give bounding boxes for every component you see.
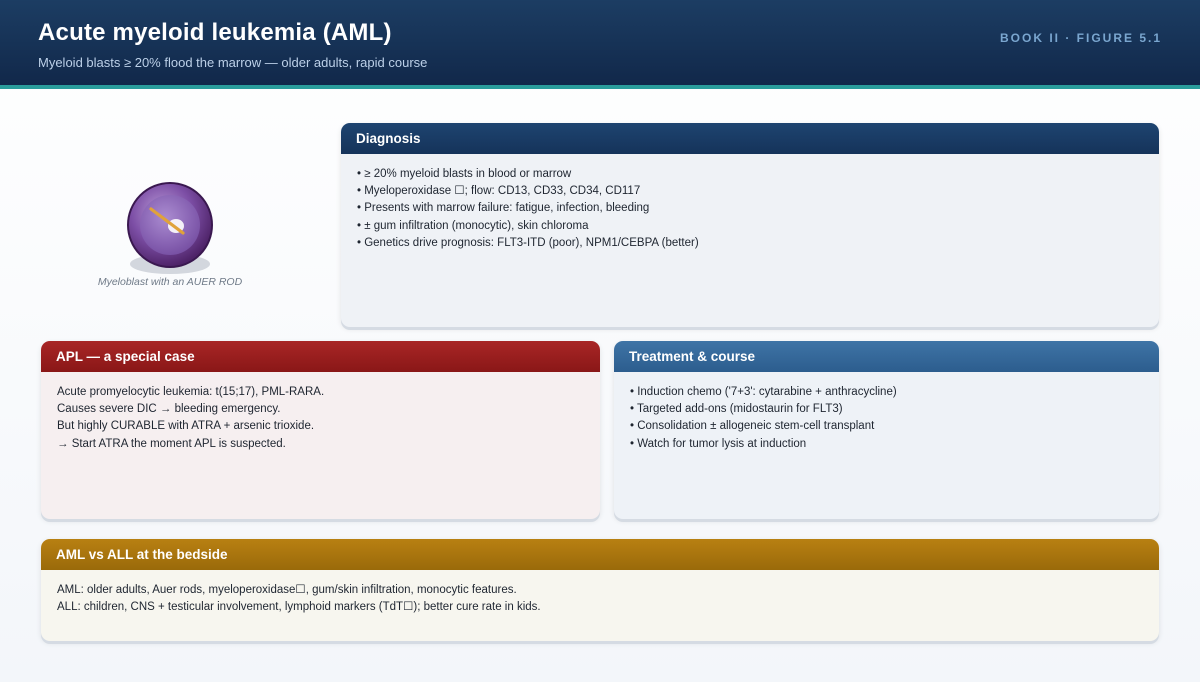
myeloblast-cell-icon (127, 182, 213, 274)
page-subtitle: Myeloid blasts ≥ 20% flood the marrow — … (38, 55, 428, 70)
comparison-line: ALL: children, CNS + testicular involvem… (57, 601, 541, 614)
figure-tag: BOOK II · FIGURE 5.1 (999, 31, 1162, 45)
aml-vs-all-card: AML vs ALL at the bedside AML: older adu… (41, 539, 1159, 641)
diagnosis-list: • ≥ 20% myeloid blasts in blood or marro… (341, 154, 1159, 264)
diagnosis-card-title: Diagnosis (341, 123, 1159, 154)
apl-card-title: APL — a special case (41, 341, 600, 372)
list-item: • Induction chemo ('7+3': cytarabine + a… (630, 386, 897, 398)
page-title: Acute myeloid leukemia (AML) (38, 19, 392, 46)
list-item: • Consolidation ± allogeneic stem-cell t… (630, 420, 875, 433)
list-item: • ≥ 20% myeloid blasts in blood or marro… (357, 168, 572, 180)
diagnosis-card: Diagnosis • ≥ 20% myeloid blasts in bloo… (341, 123, 1159, 327)
apl-line: Causes severe DIC → bleeding emergency. (57, 403, 281, 416)
treatment-card-title: Treatment & course (614, 341, 1159, 372)
comparison-line: AML: older adults, Auer rods, myeloperox… (57, 584, 517, 596)
myeloblast-illustration: Myeloblast with an AUER ROD (90, 178, 250, 288)
illustration-caption: Myeloblast with an AUER ROD (97, 276, 243, 288)
apl-card: APL — a special case Acute promyelocytic… (41, 341, 600, 519)
list-item: • Myeloperoxidase ☐; flow: CD13, CD33, C… (357, 185, 641, 198)
apl-text: Acute promyelocytic leukemia: t(15;17), … (41, 372, 600, 465)
treatment-card: Treatment & course • Induction chemo ('7… (614, 341, 1159, 519)
list-item: • Watch for tumor lysis at induction (630, 437, 807, 450)
apl-line: Acute promyelocytic leukemia: t(15;17), … (57, 386, 325, 398)
list-item: • ± gum infiltration (monocytic), skin c… (357, 219, 589, 232)
apl-line: But highly CURABLE with ATRA + arsenic t… (57, 420, 315, 433)
header-accent-rule (0, 85, 1200, 89)
treatment-list: • Induction chemo ('7+3': cytarabine + a… (614, 372, 1159, 465)
list-item: • Genetics drive prognosis: FLT3-ITD (po… (357, 236, 699, 249)
list-item: • Presents with marrow failure: fatigue,… (357, 202, 650, 215)
figure-header: Acute myeloid leukemia (AML) Myeloid bla… (0, 0, 1200, 85)
aml-vs-all-text: AML: older adults, Auer rods, myeloperox… (41, 570, 1159, 628)
list-item: • Targeted add-ons (midostaurin for FLT3… (630, 403, 843, 416)
apl-line: → Start ATRA the moment APL is suspected… (57, 437, 286, 450)
aml-vs-all-card-title: AML vs ALL at the bedside (41, 539, 1159, 570)
